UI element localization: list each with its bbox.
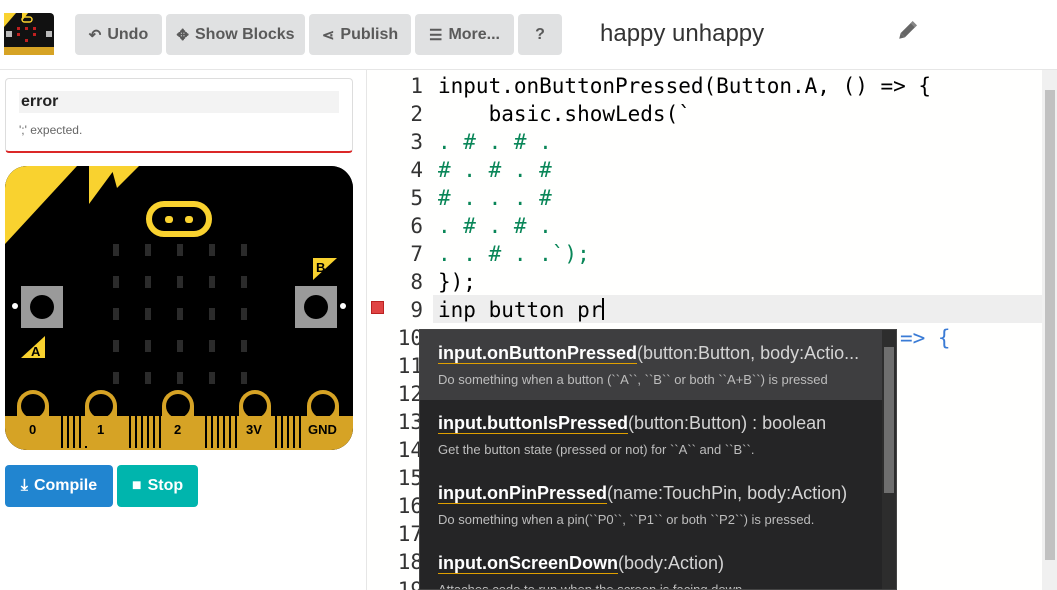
microbit-logo[interactable] — [4, 13, 54, 55]
code-line-9[interactable]: inp button pr — [438, 296, 605, 324]
code-line-9-text: inp button pr — [438, 298, 603, 322]
button-b-label: B — [316, 260, 325, 275]
stop-label: Stop — [147, 477, 184, 494]
editor-scroll-thumb[interactable] — [1045, 90, 1055, 560]
suggestion-item[interactable]: input.onButtonPressed(button:Button, bod… — [420, 330, 884, 400]
more-button[interactable]: ☰ More... — [415, 14, 514, 55]
suggestion-scrollbar[interactable] — [882, 330, 896, 589]
suggestion-item[interactable]: input.buttonIsPressed(button:Button) : b… — [420, 400, 884, 470]
error-message: ';' expected. — [19, 123, 83, 137]
suggestion-signature: (button:Button) : boolean — [628, 413, 827, 433]
suggestion-title: input.onPinPressed(name:TouchPin, body:A… — [438, 483, 847, 504]
code-line-5[interactable]: # . . . # — [438, 184, 552, 212]
compile-label: Compile — [33, 477, 98, 494]
more-label: More... — [448, 25, 500, 43]
line-number: 4 — [410, 158, 423, 182]
stop-icon: ■ — [131, 477, 142, 494]
undo-button[interactable]: ↶ Undo — [75, 14, 162, 55]
code-line-1[interactable]: input.onButtonPressed(Button.A, () => { — [438, 72, 931, 100]
suggestion-item[interactable]: input.onPinPressed(name:TouchPin, body:A… — [420, 470, 884, 540]
suggestion-description: Do something when a button (``A``, ``B``… — [438, 372, 828, 387]
stop-button[interactable]: ■ Stop — [117, 465, 198, 507]
undo-label: Undo — [107, 25, 149, 43]
autocomplete-popup: input.onButtonPressed(button:Button, bod… — [419, 329, 897, 590]
line-number: 7 — [410, 242, 423, 266]
line-number: 11 — [397, 354, 423, 378]
microbit-simulator[interactable]: A B 0 1 2 3V GND — [5, 166, 353, 450]
help-label: ? — [535, 25, 545, 43]
code-line-6[interactable]: . # . # . — [438, 212, 552, 240]
code-line-2[interactable]: basic.showLeds(` — [438, 100, 691, 128]
suggestion-name: input.onScreenDown — [438, 553, 618, 573]
suggestion-scroll-thumb[interactable] — [884, 347, 894, 493]
code-line-3[interactable]: . # . # . — [438, 128, 552, 156]
suggestion-signature: (button:Button, body:Actio... — [637, 343, 860, 363]
download-icon: ⤓ — [20, 477, 28, 494]
code-line-8[interactable]: }); — [438, 268, 476, 296]
code-line-4[interactable]: # . # . # — [438, 156, 552, 184]
line-number: 19 — [397, 578, 423, 590]
suggestion-item[interactable]: input.onScreenDown(body:Action) Attaches… — [420, 540, 884, 590]
line-number: 17 — [397, 522, 423, 546]
pin-gnd-label: GND — [308, 422, 337, 437]
pencil-icon[interactable] — [894, 18, 920, 44]
line-number: 9 — [410, 298, 423, 322]
publish-label: Publish — [340, 25, 399, 43]
project-name[interactable]: happy unhappy — [600, 20, 764, 48]
line-number: 14 — [397, 438, 423, 462]
suggestion-description: Do something when a pin(``P0``, ``P1`` o… — [438, 512, 815, 527]
error-title: error — [19, 91, 339, 113]
button-a-label: A — [31, 344, 41, 359]
publish-button[interactable]: ⋖ Publish — [309, 14, 411, 55]
suggestion-name: input.onButtonPressed — [438, 343, 637, 363]
text-caret — [602, 298, 605, 320]
show-blocks-button[interactable]: ✥ Show Blocks — [166, 14, 305, 55]
line-number: 10 — [397, 326, 423, 350]
suggestion-description: Attaches code to run when the screen is … — [438, 582, 746, 590]
suggestion-signature: (body:Action) — [618, 553, 725, 573]
suggestion-title: input.buttonIsPressed(button:Button) : b… — [438, 413, 826, 434]
editor-scrollbar[interactable] — [1042, 70, 1057, 590]
line-number: 16 — [397, 494, 423, 518]
menu-bar: ↶ Undo ✥ Show Blocks ⋖ Publish ☰ More...… — [0, 0, 1057, 70]
suggestion-title: input.onScreenDown(body:Action) — [438, 553, 724, 574]
line-number: 18 — [397, 550, 423, 574]
pin-0-label: 0 — [29, 422, 36, 437]
suggestion-name: input.onPinPressed — [438, 483, 608, 503]
line-number: 6 — [410, 214, 423, 238]
error-panel: error ';' expected. — [5, 78, 353, 153]
compile-button[interactable]: ⤓ Compile — [5, 465, 113, 507]
line-number: 12 — [397, 382, 423, 406]
left-panel: error ';' expected. A B 0 1 2 3V GND ⤓ C… — [0, 70, 366, 590]
undo-icon: ↶ — [88, 26, 102, 44]
hamburger-icon: ☰ — [428, 26, 443, 44]
code-line-10-tail[interactable]: => { — [900, 324, 951, 352]
suggestion-name: input.buttonIsPressed — [438, 413, 629, 433]
line-number: 3 — [410, 130, 423, 154]
help-button[interactable]: ? — [518, 14, 562, 55]
puzzle-icon: ✥ — [176, 26, 189, 44]
code-line-7[interactable]: . . # . .`); — [438, 240, 590, 268]
line-number: 8 — [410, 270, 423, 294]
share-icon: ⋖ — [321, 26, 335, 44]
suggestion-signature: (name:TouchPin, body:Action) — [607, 483, 848, 503]
line-number: 2 — [410, 102, 423, 126]
pin-3v-label: 3V — [246, 422, 262, 437]
line-number: 5 — [410, 186, 423, 210]
suggestion-title: input.onButtonPressed(button:Button, bod… — [438, 343, 859, 364]
pin-2-label: 2 — [174, 422, 181, 437]
line-number: 1 — [410, 74, 423, 98]
line-number: 15 — [397, 466, 423, 490]
pin-1-label: 1 — [97, 422, 104, 437]
show-blocks-label: Show Blocks — [195, 25, 295, 43]
suggestion-description: Get the button state (pressed or not) fo… — [438, 442, 755, 457]
line-number: 13 — [397, 410, 423, 434]
